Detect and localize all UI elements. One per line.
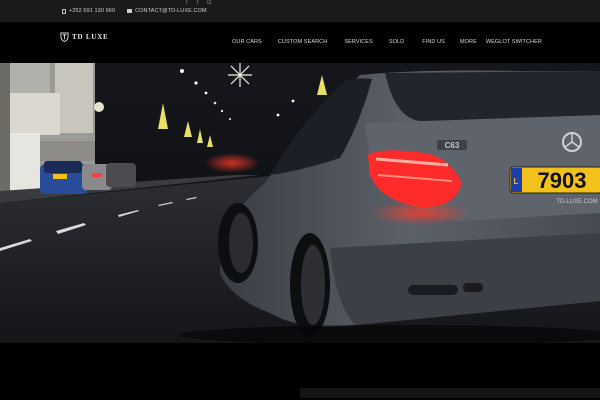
plate-number: 7903 bbox=[538, 168, 587, 193]
facebook-icon[interactable]: f bbox=[186, 0, 188, 6]
main-navbar: TD LUXE OUR CARS CUSTOM SEARCH SERVICES … bbox=[0, 22, 600, 63]
mail-icon bbox=[127, 9, 133, 13]
nav-item-services[interactable]: SERVICES bbox=[344, 39, 373, 45]
street-lamp-globe bbox=[94, 102, 104, 112]
email-address: CONTACT@TD-LUXE.COM bbox=[135, 8, 207, 14]
twitter-icon[interactable]: t bbox=[197, 0, 199, 6]
plate-country: L bbox=[514, 177, 519, 186]
nav-item-weglot-switcher[interactable]: WEGLOT SWITCHER bbox=[486, 39, 542, 45]
nav-item-custom-search[interactable]: CUSTOM SEARCH bbox=[278, 39, 327, 45]
bottom-bar bbox=[300, 388, 600, 398]
nav-item-find-us[interactable]: FIND US bbox=[422, 39, 445, 45]
nav-item-sold[interactable]: SOLD bbox=[389, 39, 404, 45]
site-logo[interactable]: TD LUXE bbox=[60, 32, 109, 42]
phone-icon bbox=[62, 8, 66, 14]
email-contact[interactable]: CONTACT@TD-LUXE.COM bbox=[127, 8, 207, 14]
logo-text: TD LUXE bbox=[72, 33, 109, 41]
phone-contact[interactable]: +352 691 130 960 bbox=[62, 8, 115, 14]
nav-item-more[interactable]: MORE bbox=[460, 39, 477, 45]
contact-info: +352 691 130 960 CONTACT@TD-LUXE.COM bbox=[62, 8, 207, 14]
social-links: f t ◘ bbox=[186, 0, 211, 6]
hero-image: C63 L 7903 TD-LUXE.COM bbox=[0, 63, 600, 343]
plate-dealer-text: TD-LUXE.COM bbox=[556, 199, 597, 205]
primary-nav: OUR CARS CUSTOM SEARCH SERVICES SOLD FIN… bbox=[232, 39, 542, 45]
car-badge: C63 bbox=[445, 141, 460, 150]
snowflake-decoration bbox=[228, 63, 252, 87]
shield-logo-icon bbox=[60, 32, 69, 42]
hero-banner: C63 L 7903 TD-LUXE.COM bbox=[0, 63, 600, 343]
nav-item-our-cars[interactable]: OUR CARS bbox=[232, 39, 262, 45]
page-bottom bbox=[0, 343, 600, 400]
instagram-icon[interactable]: ◘ bbox=[207, 0, 211, 6]
top-utility-bar: f t ◘ +352 691 130 960 CONTACT@TD-LUXE.C… bbox=[0, 0, 600, 22]
phone-number: +352 691 130 960 bbox=[69, 8, 116, 14]
